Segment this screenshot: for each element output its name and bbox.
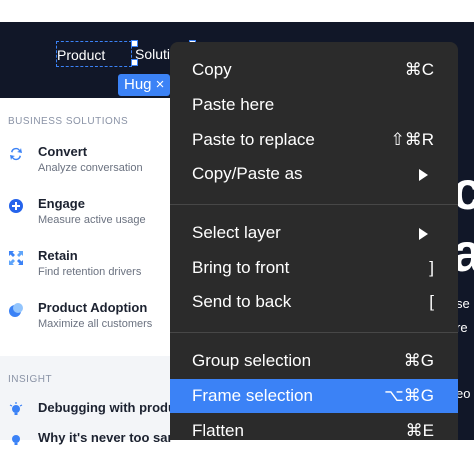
context-group-selection[interactable]: Group selection ⌘G — [170, 344, 458, 378]
menu-item-label: Frame selection — [192, 386, 313, 405]
submenu-arrow-icon — [419, 169, 428, 181]
menu-item-label: Paste here — [192, 95, 275, 114]
menu-item-label: Flatten — [192, 421, 244, 440]
selection-handle-top[interactable] — [131, 40, 138, 47]
item-title: Convert — [38, 144, 88, 159]
insight-item[interactable]: Why it's never too sar — [0, 430, 173, 456]
menu-item-product-adoption[interactable]: Product Adoption Maximize all customers — [0, 300, 172, 344]
nav-product-selected[interactable]: Product — [56, 41, 132, 67]
insight-heading: INSIGHT — [8, 374, 53, 385]
menu-item-label: Select layer — [192, 223, 281, 242]
hero-fragment-eo: eo — [456, 386, 471, 401]
item-subtitle: Maximize all customers — [38, 318, 153, 330]
insight-title: Debugging with produ — [38, 400, 176, 415]
menu-item-label: Paste to replace — [192, 130, 315, 149]
item-title: Engage — [38, 196, 85, 211]
menu-item-retain[interactable]: Retain Find retention drivers — [0, 248, 172, 292]
context-copy[interactable]: Copy ⌘C — [170, 53, 458, 87]
menu-divider — [170, 332, 458, 333]
menu-item-shortcut: ⌘G — [403, 351, 434, 370]
menu-item-shortcut: ⇧⌘R — [390, 130, 434, 149]
insight-section — [0, 356, 172, 440]
menu-item-shortcut: ⌘C — [404, 60, 434, 79]
item-subtitle: Analyze conversation — [38, 162, 143, 174]
convert-icon — [10, 147, 22, 161]
top-strip — [0, 0, 474, 22]
menu-item-shortcut: ⌘E — [405, 421, 434, 440]
context-paste-to-replace[interactable]: Paste to replace ⇧⌘R — [170, 123, 458, 157]
item-subtitle: Measure active usage — [38, 214, 146, 226]
menu-item-engage[interactable]: Engage Measure active usage — [0, 196, 172, 240]
selection-handle-bottom[interactable] — [131, 59, 138, 66]
hero-fragment-se: se — [456, 296, 470, 311]
menu-item-label: Send to back — [192, 292, 292, 311]
menu-item-shortcut: ⌥⌘G — [384, 386, 434, 405]
context-flatten[interactable]: Flatten ⌘E — [170, 414, 458, 448]
insight-item[interactable]: Debugging with produ — [0, 400, 176, 426]
nav-product-label: Product — [57, 47, 106, 63]
bulb-icon — [12, 435, 20, 445]
business-solutions-heading: BUSINESS SOLUTIONS — [8, 116, 129, 127]
insight-title: Why it's never too sar — [38, 430, 173, 445]
submenu-arrow-icon — [419, 228, 428, 240]
hug-size-badge[interactable]: Hug × — [118, 74, 171, 96]
adoption-icon — [9, 303, 23, 317]
context-copy-paste-as[interactable]: Copy/Paste as — [170, 157, 458, 191]
context-select-layer[interactable]: Select layer — [170, 216, 458, 250]
nav-solutions[interactable]: Soluti — [135, 41, 170, 67]
context-bring-to-front[interactable]: Bring to front ] — [170, 251, 458, 285]
context-send-to-back[interactable]: Send to back [ — [170, 285, 458, 319]
solutions-dropdown-panel: BUSINESS SOLUTIONS Convert Analyze conve… — [0, 98, 176, 445]
menu-item-convert[interactable]: Convert Analyze conversation — [0, 144, 172, 188]
context-menu: Copy ⌘C Paste here Paste to replace ⇧⌘R … — [170, 42, 458, 440]
bulb-icon — [9, 402, 23, 415]
menu-item-label: Copy/Paste as — [192, 164, 303, 183]
context-paste-here[interactable]: Paste here — [170, 88, 458, 122]
menu-item-shortcut: [ — [429, 292, 434, 311]
item-title: Retain — [38, 248, 78, 263]
menu-item-label: Copy — [192, 60, 232, 79]
menu-item-label: Bring to front — [192, 258, 290, 277]
menu-divider — [170, 204, 458, 205]
menu-item-label: Group selection — [192, 351, 312, 370]
item-title: Product Adoption — [38, 300, 148, 315]
item-subtitle: Find retention drivers — [38, 266, 142, 278]
expand-arrows-icon — [9, 251, 23, 265]
context-frame-selection[interactable]: Frame selection ⌥⌘G — [170, 379, 458, 413]
menu-item-shortcut: ] — [429, 258, 434, 277]
plus-circle-icon — [9, 199, 23, 213]
